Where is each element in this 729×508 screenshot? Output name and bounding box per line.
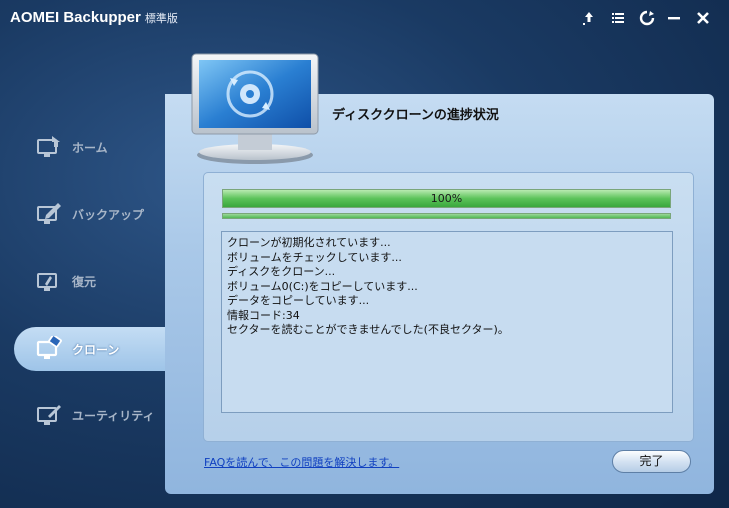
secondary-progress-bar bbox=[222, 213, 671, 219]
log-line: セクターを読むことができませんでした(不良セクター)。 bbox=[227, 323, 509, 336]
log-line: 情報コード:34 bbox=[227, 308, 300, 322]
sidebar-item-home[interactable]: ホーム bbox=[14, 125, 166, 169]
log-line: ボリュームをチェックしています... bbox=[227, 250, 402, 264]
sidebar-item-restore[interactable]: 復元 bbox=[14, 259, 166, 303]
sidebar-item-clone[interactable]: クローン bbox=[14, 327, 166, 371]
minimize-icon[interactable] bbox=[665, 9, 683, 27]
sidebar-item-label: クローン bbox=[72, 342, 120, 357]
sidebar-item-label: ユーティリティ bbox=[72, 408, 155, 423]
restore-icon bbox=[37, 273, 57, 291]
log-line: データをコピーしています... bbox=[227, 294, 370, 307]
app-edition: 標準版 bbox=[144, 13, 178, 25]
faq-link[interactable]: FAQを読んで、この問題を解決します。 bbox=[204, 454, 399, 470]
progress-bar: 100% bbox=[222, 189, 671, 208]
title-bar: AOMEI Backupper 標準版 bbox=[0, 0, 729, 36]
disk-clone-monitor-icon bbox=[191, 53, 319, 164]
sidebar-item-label: ホーム bbox=[72, 140, 108, 155]
finish-button[interactable]: 完了 bbox=[612, 450, 691, 473]
close-icon[interactable] bbox=[694, 9, 712, 27]
home-icon bbox=[37, 136, 60, 157]
upgrade-icon[interactable] bbox=[580, 9, 598, 27]
progress-label: 100% bbox=[430, 192, 463, 205]
utility-icon bbox=[37, 405, 61, 425]
log-output[interactable]: クローンが初期化されています... ボリュームをチェックしています... ディス… bbox=[221, 231, 673, 413]
app-title: AOMEI Backupper 標準版 bbox=[10, 9, 178, 26]
menu-icon[interactable] bbox=[609, 9, 627, 27]
sidebar-item-label: バックアップ bbox=[72, 207, 145, 222]
app-name: AOMEI Backupper bbox=[10, 9, 141, 26]
log-line: ディスクをクローン... bbox=[227, 265, 336, 278]
log-line: ボリューム0(C:)をコピーしています... bbox=[227, 279, 418, 293]
page-title: ディスククローンの進捗状況 bbox=[332, 108, 499, 123]
refresh-icon[interactable] bbox=[638, 9, 656, 27]
log-line: クローンが初期化されています... bbox=[227, 236, 391, 249]
sidebar-item-utility[interactable]: ユーティリティ bbox=[14, 393, 166, 437]
clone-icon bbox=[36, 336, 62, 359]
sidebar-item-backup[interactable]: バックアップ bbox=[14, 192, 166, 236]
sidebar-item-label: 復元 bbox=[72, 274, 97, 289]
backup-icon bbox=[37, 203, 61, 224]
